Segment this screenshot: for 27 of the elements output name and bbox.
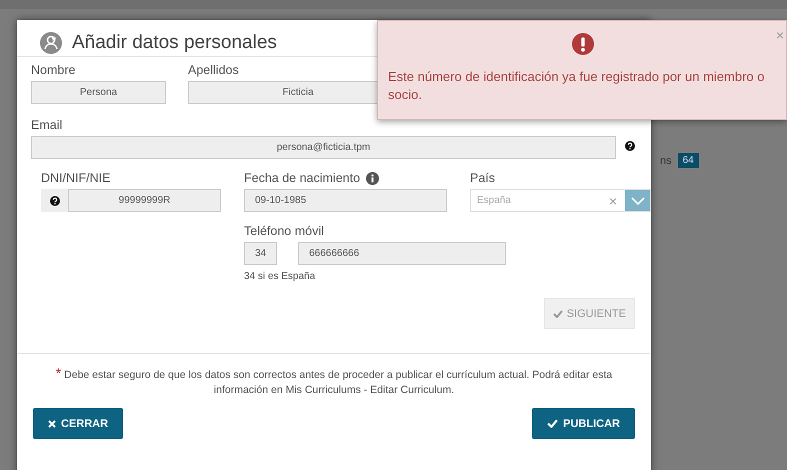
info-icon[interactable]: [366, 172, 380, 184]
input-field[interactable]: 99999999R: [68, 189, 221, 212]
tab-label: ns: [660, 154, 672, 166]
field-label: Nombre: [31, 63, 76, 77]
field-hint: 34 si es España: [244, 271, 316, 282]
publish-button[interactable]: PUBLICAR: [532, 408, 635, 439]
field-label: Teléfono móvil: [244, 224, 325, 238]
field-label: Fecha de nacimiento: [244, 171, 360, 185]
dialog-title: Añadir datos personales: [72, 32, 277, 54]
exclamation-icon: [572, 33, 594, 55]
input-field[interactable]: persona@ficticia.tpm: [31, 136, 616, 159]
check-icon: [552, 310, 563, 318]
notice-text: * Debe estar seguro de que los datos son correctos antes de proceder a publicar el currículum actual. Podrá editar esta información en Mis Curriculums - Editar Curriculum.: [54, 366, 614, 398]
input-field[interactable]: Persona: [31, 81, 166, 104]
close-button[interactable]: CERRAR: [33, 408, 124, 439]
field-label: País: [470, 171, 496, 185]
field-label: Email: [31, 118, 64, 132]
help-icon[interactable]: [50, 196, 60, 206]
help-icon[interactable]: [625, 140, 635, 150]
field-label: DNI/NIF/NIE: [41, 171, 112, 185]
check-icon: [547, 419, 558, 428]
input-field[interactable]: 34: [244, 242, 278, 265]
input-field[interactable]: 09-10-1985: [244, 189, 447, 212]
chevron-down-icon: [630, 196, 644, 204]
count-badge: 64: [678, 153, 699, 168]
close-icon: [48, 420, 56, 428]
input-field[interactable]: 666666666: [298, 242, 506, 265]
